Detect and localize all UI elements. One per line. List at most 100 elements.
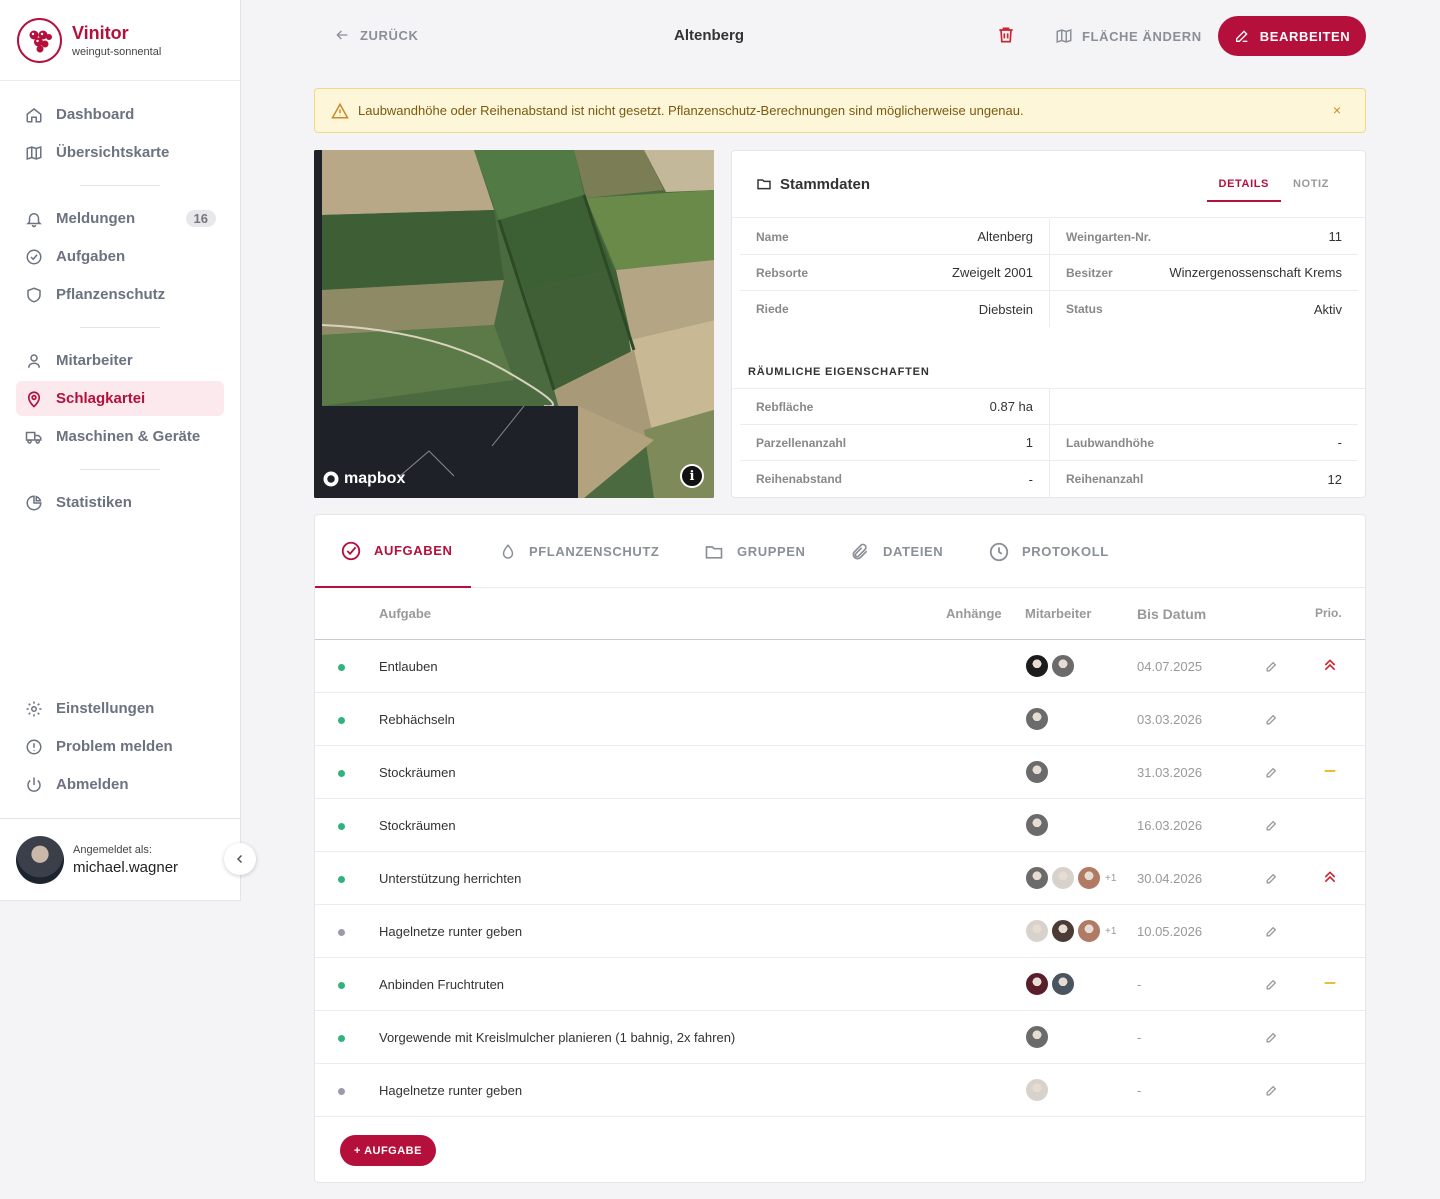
table-row[interactable]: Vorgewende mit Kreislmulcher planieren (… — [315, 1011, 1365, 1064]
table-row[interactable]: Unterstützung herrichten +1 30.04.2026 — [315, 852, 1365, 905]
table-row[interactable]: Hagelnetze runter geben +1 10.05.2026 — [315, 905, 1365, 958]
pencil-icon[interactable] — [1265, 819, 1278, 835]
task-name[interactable]: Stockräumen — [379, 765, 456, 780]
pencil-icon[interactable] — [1265, 978, 1278, 994]
avatar — [1051, 654, 1075, 678]
nav-divider — [80, 469, 160, 470]
info-icon[interactable]: i — [680, 464, 704, 488]
pencil-icon[interactable] — [1265, 766, 1278, 782]
tab-log[interactable]: PROTOKOLL — [988, 515, 1109, 588]
tab-plant-protection[interactable]: PFLANZENSCHUTZ — [499, 515, 659, 588]
shield-icon — [27, 286, 41, 303]
column-header-due[interactable]: Bis Datum — [1137, 606, 1206, 622]
table-row[interactable]: Hagelnetze runter geben - — [315, 1064, 1365, 1117]
assignees[interactable] — [1025, 972, 1077, 996]
task-name[interactable]: Hagelnetze runter geben — [379, 924, 522, 939]
brand[interactable]: Vinitor weingut-sonnental — [0, 0, 240, 81]
assignees[interactable] — [1025, 760, 1051, 784]
sidebar-item-dashboard[interactable]: Dashboard — [16, 97, 224, 132]
table-row[interactable]: Entlauben 04.07.2025 — [315, 640, 1365, 693]
spatial-section-title: RÄUMLICHE EIGENSCHAFTEN — [748, 366, 930, 378]
task-name[interactable]: Anbinden Fruchtruten — [379, 977, 504, 992]
field-label: Besitzer — [1066, 265, 1113, 280]
assignees[interactable] — [1025, 1025, 1051, 1049]
spatial-fields: Rebfläche 0.87 ha Parzellenanzahl 1 Laubwa… — [740, 389, 1358, 497]
task-name[interactable]: Vorgewende mit Kreislmulcher planieren (… — [379, 1030, 735, 1045]
mapbox-logo[interactable]: mapbox — [322, 470, 405, 488]
tab-details[interactable]: DETAILS — [1206, 171, 1281, 202]
field-value: Diebstein — [978, 301, 1033, 317]
sidebar-item-logout[interactable]: Abmelden — [16, 767, 224, 802]
table-row[interactable]: Stockräumen 16.03.2026 — [315, 799, 1365, 852]
tab-groups[interactable]: GRUPPEN — [703, 515, 806, 588]
task-name[interactable]: Rebhächseln — [379, 712, 455, 727]
pencil-icon[interactable] — [1265, 872, 1278, 888]
assignees[interactable] — [1025, 654, 1077, 678]
current-user[interactable]: Angemeldet als: michael.wagner — [0, 818, 240, 901]
change-area-button[interactable]: FLÄCHE ÄNDERN — [1055, 27, 1202, 45]
pencil-icon[interactable] — [1265, 1084, 1278, 1100]
field-value: Winzergenossenschaft Krems — [1169, 265, 1342, 280]
column-header-staff[interactable]: Mitarbeiter — [1025, 606, 1091, 621]
due-date: - — [1137, 1083, 1142, 1098]
sidebar-item-plant-protection[interactable]: Pflanzenschutz — [16, 277, 224, 312]
field-map[interactable]: mapbox i — [314, 150, 714, 498]
column-header-attachments[interactable]: Anhänge — [946, 606, 1002, 621]
back-button[interactable]: ZURÜCK — [334, 27, 418, 43]
sidebar-item-staff[interactable]: Mitarbeiter — [16, 343, 224, 378]
sidebar-item-label: Abmelden — [56, 776, 129, 793]
tab-label: PROTOKOLL — [1022, 544, 1109, 559]
field-label: Rebfläche — [756, 399, 814, 414]
map-icon — [1056, 28, 1072, 44]
sidebar-item-schlagkartei[interactable]: Schlagkartei — [16, 381, 224, 416]
avatar — [1025, 760, 1049, 784]
sidebar-item-notifications[interactable]: Meldungen 16 — [16, 201, 224, 236]
task-name[interactable]: Unterstützung herrichten — [379, 871, 521, 886]
grape-logo-icon — [17, 17, 62, 63]
table-row[interactable]: Stockräumen 31.03.2026 — [315, 746, 1365, 799]
assignees[interactable] — [1025, 707, 1051, 731]
sidebar-item-settings[interactable]: Einstellungen — [16, 691, 224, 726]
edit-button[interactable]: BEARBEITEN — [1218, 16, 1366, 56]
field-label: Weingarten-Nr. — [1066, 229, 1152, 244]
table-row[interactable]: Anbinden Fruchtruten - — [315, 958, 1365, 1011]
warning-alert: Laubwandhöhe oder Reihenabstand ist nich… — [314, 88, 1366, 133]
sidebar-item-machines[interactable]: Maschinen & Geräte — [16, 419, 224, 454]
task-name[interactable]: Stockräumen — [379, 818, 456, 833]
sidebar-item-report-problem[interactable]: Problem melden — [16, 729, 224, 764]
field-label: Riede — [756, 302, 789, 316]
assignees[interactable] — [1025, 813, 1051, 837]
column-header-prio[interactable]: Prio. — [1315, 606, 1342, 620]
column-header-task[interactable]: Aufgabe — [379, 606, 431, 621]
field-label: Name — [756, 229, 789, 244]
pencil-icon — [1235, 30, 1248, 42]
collapse-sidebar-button[interactable] — [224, 843, 256, 875]
delete-button[interactable] — [996, 25, 1016, 50]
tab-note[interactable]: NOTIZ — [1281, 171, 1341, 202]
detail-tabs: AUFGABEN PFLANZENSCHUTZ GRUPPEN DATEIEN … — [315, 515, 1365, 588]
paperclip-icon — [852, 543, 868, 559]
sidebar-item-overview-map[interactable]: Übersichtskarte — [16, 135, 224, 170]
more-assignees: +1 — [1105, 872, 1117, 884]
truck-icon — [25, 431, 42, 444]
task-name[interactable]: Entlauben — [379, 659, 438, 674]
assignees[interactable]: +1 — [1025, 866, 1116, 890]
close-icon[interactable]: × — [1333, 102, 1341, 118]
due-date: 31.03.2026 — [1137, 765, 1203, 780]
field-value: 0.87 ha — [989, 399, 1033, 414]
assignees[interactable]: +1 — [1025, 919, 1116, 943]
mapbox-icon — [323, 471, 339, 487]
tab-files[interactable]: DATEIEN — [849, 515, 943, 588]
task-name[interactable]: Hagelnetze runter geben — [379, 1083, 522, 1098]
pencil-icon[interactable] — [1265, 713, 1278, 729]
avatar — [1025, 1025, 1049, 1049]
tab-tasks[interactable]: AUFGABEN — [315, 515, 471, 588]
sidebar-item-statistics[interactable]: Statistiken — [16, 485, 224, 520]
add-task-button[interactable]: + AUFGABE — [340, 1135, 436, 1166]
pencil-icon[interactable] — [1265, 925, 1278, 941]
table-row[interactable]: Rebhächseln 03.03.2026 — [315, 693, 1365, 746]
sidebar-item-tasks[interactable]: Aufgaben — [16, 239, 224, 274]
pencil-icon[interactable] — [1265, 1031, 1278, 1047]
pencil-icon[interactable] — [1265, 660, 1278, 676]
assignees[interactable] — [1025, 1078, 1051, 1102]
